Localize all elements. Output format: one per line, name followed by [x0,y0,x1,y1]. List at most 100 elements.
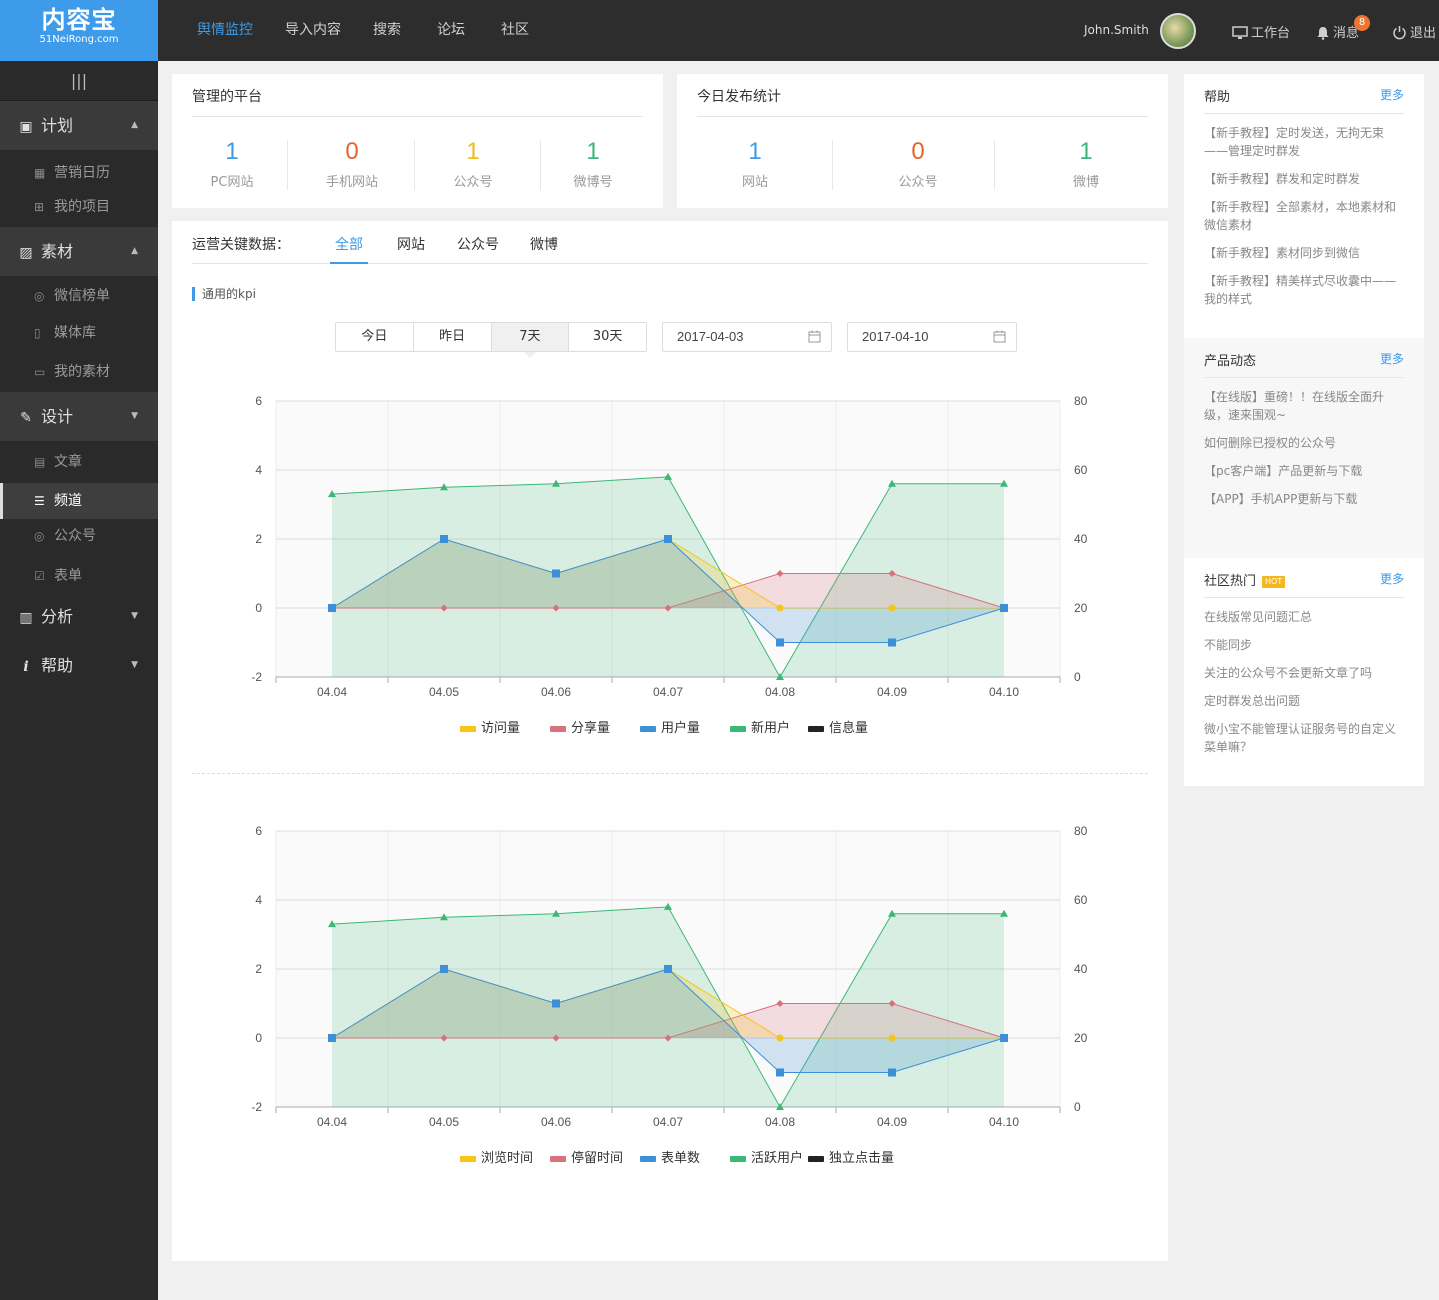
stat-weibo[interactable]: 1 微博 [1046,134,1126,190]
community-link[interactable]: 微小宝不能管理认证服务号的自定义菜单嘛？ [1204,720,1402,756]
sidebar-toggle[interactable]: ||| [0,61,158,101]
help-link[interactable]: 【新手教程】全部素材，本地素材和微信素材 [1204,198,1402,234]
news-link[interactable]: 如何删除已授权的公众号 [1204,434,1402,452]
stat-mobile-website[interactable]: 0 手机网站 [312,134,392,190]
x-tick-label: 04.07 [653,685,683,699]
stat-official-account[interactable]: 0 公众号 [878,134,958,190]
community-more-link[interactable]: 更多 [1380,570,1404,587]
divider [287,140,288,190]
nav-sentiment-monitor[interactable]: 舆情监控 [197,0,253,61]
community-link[interactable]: 在线版常见问题汇总 [1204,608,1402,626]
legend-swatch [550,726,566,732]
help-more-link[interactable]: 更多 [1380,86,1404,103]
legend-swatch [460,1156,476,1162]
stat-official-account[interactable]: 1 公众号 [433,134,513,190]
y2-tick-label: 0 [1074,670,1081,684]
news-more-link[interactable]: 更多 [1380,350,1404,367]
news-link[interactable]: 【pc客户端】产品更新与下载 [1204,462,1402,480]
avatar[interactable] [1160,13,1196,49]
user-name[interactable]: John.Smith [1084,23,1149,37]
sidebar-item-marketing-calendar[interactable]: ▦ 营销日历 [0,155,158,191]
data-point [552,569,560,578]
tab-weibo[interactable]: 微博 [530,234,558,254]
logout-button[interactable]: 退出 [1392,22,1436,41]
stat-website[interactable]: 1 网站 [715,134,795,190]
workbench-button[interactable]: 工作台 [1232,22,1290,41]
range-7days-button[interactable]: 7天 [491,323,570,358]
data-point [664,535,672,543]
x-tick-label: 04.04 [317,1115,347,1129]
sidebar-item-my-projects[interactable]: ⊞ 我的项目 [0,189,158,225]
legend-swatch [730,1156,746,1162]
sidebar-item-media-library[interactable]: ▯ 媒体库 [0,315,158,351]
sidebar-section-plan[interactable]: ▣ 计划 ▲ [0,101,158,150]
item-label: 媒体库 [54,325,96,341]
x-tick-label: 04.08 [765,685,795,699]
stat-pc-website[interactable]: 1 PC网站 [192,134,272,190]
briefcase-icon: ▣ [19,119,33,135]
sidebar-item-official-account[interactable]: ◎ 公众号 [0,518,158,554]
section-label: 计划 [41,116,74,135]
start-date-input[interactable]: 2017-04-03 [662,322,832,352]
help-link[interactable]: 【新手教程】定时发送，无拘无束——管理定时群发 [1204,124,1402,160]
messages-button[interactable]: 消息 [1316,22,1359,41]
end-date-input[interactable]: 2017-04-10 [847,322,1017,352]
range-today-button[interactable]: 今日 [336,323,414,351]
stat-weibo[interactable]: 1 微博号 [553,134,633,190]
news-link[interactable]: 【APP】手机APP更新与下载 [1204,490,1402,508]
nav-community[interactable]: 社区 [501,0,529,61]
sidebar-item-forms[interactable]: ☑ 表单 [0,558,158,594]
community-link[interactable]: 定时群发总出问题 [1204,692,1402,710]
range-30days-button[interactable]: 30天 [569,323,646,351]
legend-label: 信息量 [829,720,868,736]
sidebar-item-articles[interactable]: ▤ 文章 [0,444,158,480]
item-label: 公众号 [54,528,96,544]
data-point [776,1034,784,1042]
caret-down-icon: ▼ [131,611,138,621]
divider [1204,377,1404,378]
tab-website[interactable]: 网站 [397,234,425,254]
sidebar-section-help[interactable]: i 帮助 ▼ [0,641,158,690]
sidebar-item-wechat-ranking[interactable]: ◎ 微信榜单 [0,278,158,314]
y2-tick-label: 40 [1074,532,1088,546]
divider [697,116,1148,117]
tab-official-account[interactable]: 公众号 [457,234,499,254]
nav-forum[interactable]: 论坛 [437,0,465,61]
kpi-section-label: 通用的kpi [192,287,256,301]
stat-label: 微博 [1072,175,1099,190]
tab-all[interactable]: 全部 [335,234,363,254]
help-link[interactable]: 【新手教程】群发和定时群发 [1204,170,1402,188]
range-yesterday-button[interactable]: 昨日 [414,323,492,351]
community-hot-panel: 社区热门 HOT 更多 在线版常见问题汇总 不能同步 关注的公众号不会更新文章了吗… [1184,558,1424,786]
nav-import-content[interactable]: 导入内容 [285,0,341,61]
y-tick-label: 2 [255,532,262,546]
help-link[interactable]: 【新手教程】素材同步到微信 [1204,244,1402,262]
calendar-icon [993,330,1006,343]
help-panel: 帮助 更多 【新手教程】定时发送，无拘无束——管理定时群发 【新手教程】群发和定… [1184,74,1424,338]
help-link[interactable]: 【新手教程】精美样式尽收囊中——我的样式 [1204,272,1402,308]
divider [994,140,995,190]
x-tick-label: 04.10 [989,1115,1019,1129]
community-link[interactable]: 不能同步 [1204,636,1402,654]
legend-label: 新用户 [751,720,790,736]
legend-swatch [808,726,824,732]
logo[interactable]: 内容宝 51NeiRong.com [0,0,158,61]
managed-platforms-panel: 管理的平台 1 PC网站 0 手机网站 1 公众号 1 微博号 [172,74,663,208]
news-link[interactable]: 【在线版】重磅！！在线版全面升级，速来围观~ [1204,388,1402,424]
x-tick-label: 04.08 [765,1115,795,1129]
panel-title: 产品动态 [1204,354,1257,369]
nav-search[interactable]: 搜索 [373,0,401,61]
data-point [1000,604,1008,612]
sidebar-item-my-materials[interactable]: ▭ 我的素材 [0,354,158,390]
community-link[interactable]: 关注的公众号不会更新文章了吗 [1204,664,1402,682]
active-tab-indicator [330,262,368,264]
x-tick-label: 04.09 [877,1115,907,1129]
sidebar-section-design[interactable]: ✎ 设计 ▼ [0,392,158,441]
sidebar-section-material[interactable]: ▨ 素材 ▲ [0,227,158,276]
legend-swatch [460,726,476,732]
sidebar-section-analysis[interactable]: ▥ 分析 ▼ [0,592,158,641]
sidebar-item-channel[interactable]: ☰ 频道 [0,483,158,519]
kpi-chart-1: -2024602040608004.04 04.05 04.06 04.07 04.08… [251,394,1088,736]
x-tick-label: 04.10 [989,685,1019,699]
end-date-value: 2017-04-10 [862,329,929,344]
